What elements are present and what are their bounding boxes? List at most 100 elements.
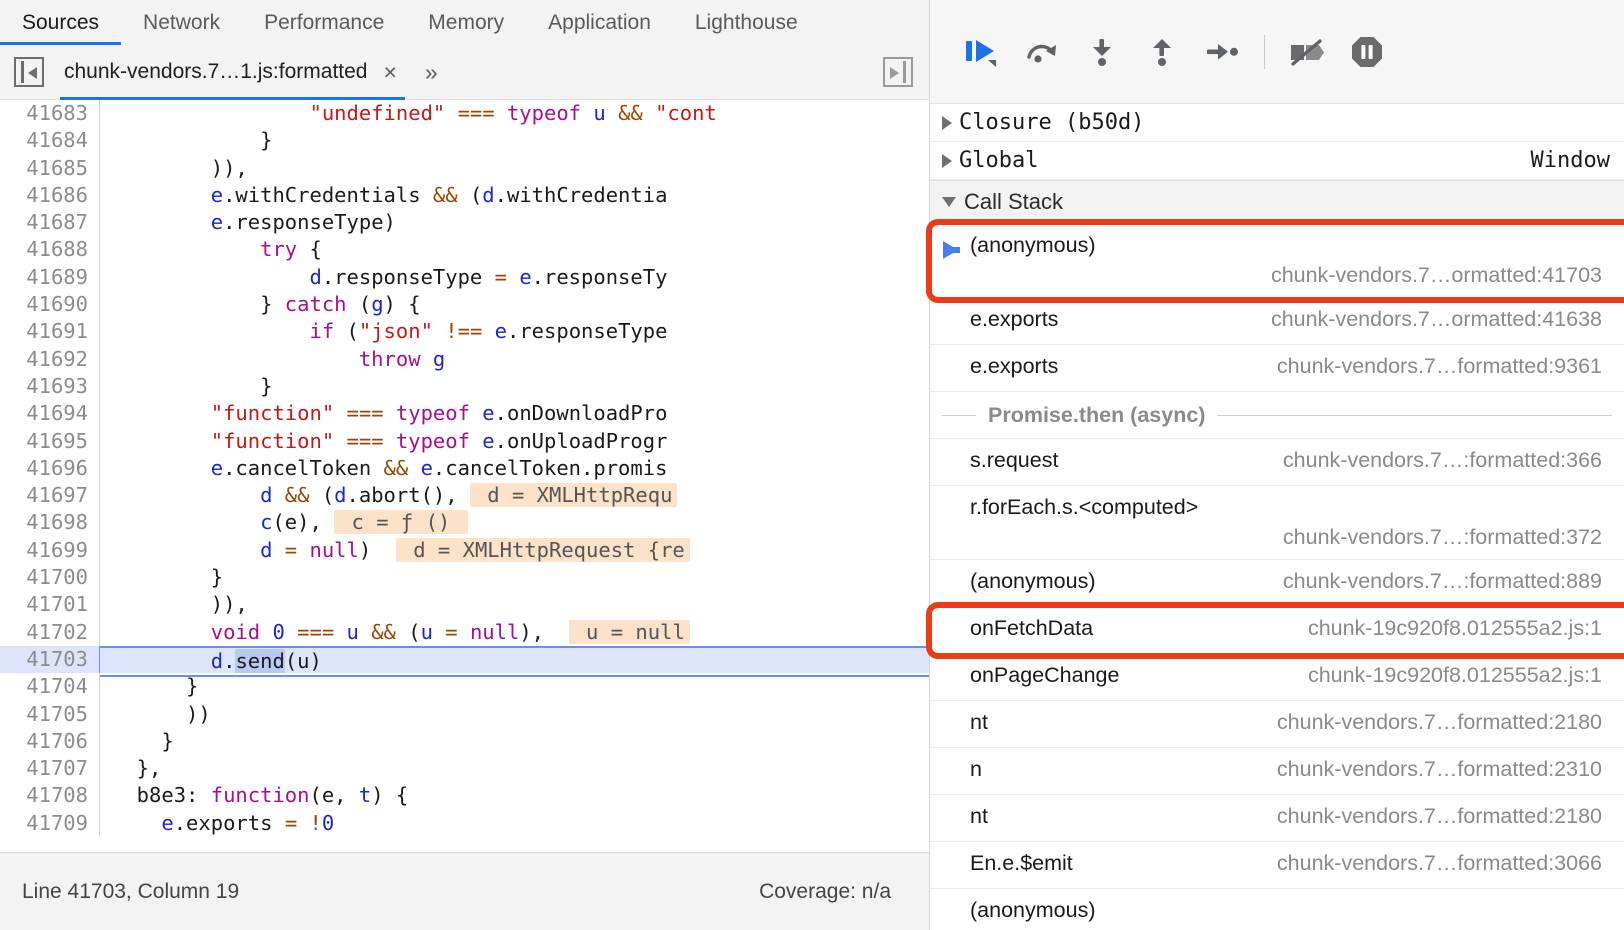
line-number[interactable]: 41700 <box>0 564 100 592</box>
code-line[interactable]: 41709 e.exports = !0 <box>0 809 929 838</box>
code-line[interactable]: 41703 d.send(u) <box>0 645 929 678</box>
code-line[interactable]: 41699 d = null) d = XMLHttpRequest {re <box>0 536 929 565</box>
line-number[interactable]: 41701 <box>0 591 100 619</box>
code-line[interactable]: 41683 "undefined" === typeof u && "cont <box>0 100 929 128</box>
code-line[interactable]: 41707 }, <box>0 755 929 783</box>
frame-location[interactable]: chunk-vendors.7…formatted:9361 <box>1277 354 1624 379</box>
line-number[interactable]: 41698 <box>0 509 100 537</box>
code-line[interactable]: 41708 b8e3: function(e, t) { <box>0 782 929 810</box>
call-stack-frame[interactable]: (anonymous) chunk-vendors.7…ormatted:4170… <box>930 224 1624 298</box>
call-stack-frame[interactable]: e.exports chunk-vendors.7…ormatted:41638 <box>930 298 1624 345</box>
line-number[interactable]: 41686 <box>0 181 100 210</box>
frame-location[interactable]: chunk-vendors.7…:formatted:889 <box>1283 569 1624 594</box>
code-line[interactable]: 41686 e.withCredentials && (d.withCreden… <box>0 181 929 210</box>
line-number[interactable]: 41685 <box>0 154 100 182</box>
code-line[interactable]: 41690 } catch (g) { <box>0 291 929 319</box>
line-number[interactable]: 41691 <box>0 318 100 346</box>
frame-location[interactable]: chunk-vendors.7…formatted:2180 <box>1277 710 1624 735</box>
line-number[interactable]: 41687 <box>0 209 100 237</box>
call-stack-frame[interactable]: (anonymous) chunk-vendors.7…:formatted:88… <box>930 560 1624 607</box>
code-line[interactable]: 41695 "function" === typeof e.onUploadPr… <box>0 427 929 455</box>
frame-location[interactable]: chunk-vendors.7…formatted:2180 <box>1277 804 1624 829</box>
step-out-icon[interactable] <box>1132 22 1192 82</box>
call-stack-frame[interactable]: r.forEach.s.<computed> chunk-vendors.7…:f… <box>930 486 1624 560</box>
call-stack-frame[interactable]: s.request chunk-vendors.7…:formatted:366 <box>930 439 1624 486</box>
pause-on-exceptions-icon[interactable] <box>1337 22 1397 82</box>
code-line[interactable]: 41687 e.responseType) <box>0 209 929 237</box>
call-stack-frame[interactable]: nt chunk-vendors.7…formatted:2180 <box>930 795 1624 842</box>
code-line[interactable]: 41688 try { <box>0 236 929 264</box>
frame-location[interactable]: chunk-vendors.7…ormatted:41638 <box>1271 307 1624 332</box>
step-into-icon[interactable] <box>1072 22 1132 82</box>
code-line[interactable]: 41698 c(e), c = ƒ () <box>0 509 929 537</box>
code-line[interactable]: 41701 )), <box>0 591 929 619</box>
line-number[interactable]: 41689 <box>0 263 100 292</box>
close-icon[interactable]: × <box>381 60 398 84</box>
frame-location[interactable]: chunk-vendors.7…:formatted:366 <box>1283 448 1624 473</box>
frame-location[interactable]: chunk-19c920f8.012555a2.js:1 <box>1308 663 1624 688</box>
line-number[interactable]: 41697 <box>0 482 100 510</box>
frame-location[interactable]: chunk-vendors.7…formatted:3066 <box>1277 851 1624 876</box>
frame-location[interactable]: chunk-vendors.7…formatted:2310 <box>1277 757 1624 782</box>
file-tab[interactable]: chunk-vendors.7…1.js:formatted × <box>60 45 405 100</box>
show-debugger-icon[interactable] <box>883 57 913 87</box>
frame-location[interactable]: chunk-19c920f8.012555a2.js:1 <box>1308 616 1624 641</box>
line-number[interactable]: 41683 <box>0 100 100 128</box>
call-stack-header[interactable]: Call Stack <box>930 180 1624 224</box>
call-stack-frame[interactable]: nt chunk-vendors.7…formatted:2180 <box>930 701 1624 748</box>
line-number[interactable]: 41706 <box>0 727 100 756</box>
code-line[interactable]: 41689 d.responseType = e.responseTy <box>0 263 929 292</box>
line-number[interactable]: 41684 <box>0 127 100 155</box>
code-line[interactable]: 41705 )) <box>0 700 929 728</box>
code-line[interactable]: 41684 } <box>0 127 929 155</box>
resume-icon[interactable] <box>952 22 1012 82</box>
line-number[interactable]: 41699 <box>0 536 100 565</box>
call-stack-frame[interactable]: e.exports chunk-vendors.7…formatted:9361 <box>930 345 1624 392</box>
code-line[interactable]: 41704 } <box>0 673 929 701</box>
chevron-right-icon[interactable] <box>942 153 952 168</box>
step-icon[interactable] <box>1192 22 1252 82</box>
line-number[interactable]: 41695 <box>0 427 100 455</box>
scope-row[interactable]: Global Window <box>930 142 1624 180</box>
code-line[interactable]: 41691 if ("json" !== e.responseType <box>0 318 929 346</box>
source-code-editor[interactable]: 41683 "undefined" === typeof u && "cont 4… <box>0 100 929 852</box>
line-number[interactable]: 41688 <box>0 236 100 264</box>
code-line[interactable]: 41700 } <box>0 564 929 592</box>
panel-tab-lighthouse[interactable]: Lighthouse <box>673 0 820 45</box>
scope-row[interactable]: Closure (b50d) <box>930 104 1624 142</box>
line-number[interactable]: 41694 <box>0 400 100 428</box>
line-number[interactable]: 41692 <box>0 345 100 373</box>
chevron-right-icon[interactable] <box>942 115 952 130</box>
call-stack-frame[interactable]: onFetchData chunk-19c920f8.012555a2.js:1 <box>930 607 1624 654</box>
line-number[interactable]: 41708 <box>0 782 100 810</box>
code-line[interactable]: 41685 )), <box>0 154 929 182</box>
call-stack-frame[interactable]: onPageChange chunk-19c920f8.012555a2.js:1 <box>930 654 1624 701</box>
call-stack-frame[interactable]: (anonymous) <box>930 889 1624 930</box>
code-line[interactable]: 41697 d && (d.abort(), d = XMLHttpRequ <box>0 482 929 510</box>
code-line[interactable]: 41694 "function" === typeof e.onDownload… <box>0 400 929 428</box>
line-number[interactable]: 41693 <box>0 372 100 401</box>
line-number[interactable]: 41702 <box>0 618 100 646</box>
panel-tab-application[interactable]: Application <box>526 0 673 45</box>
code-line[interactable]: 41702 void 0 === u && (u = null), u = nu… <box>0 618 929 646</box>
code-line[interactable]: 41692 throw g <box>0 345 929 373</box>
line-number[interactable]: 41696 <box>0 454 100 483</box>
line-number[interactable]: 41704 <box>0 673 100 701</box>
call-stack-frame[interactable]: En.e.$emit chunk-vendors.7…formatted:3066 <box>930 842 1624 889</box>
panel-tab-memory[interactable]: Memory <box>406 0 526 45</box>
line-number[interactable]: 41703 <box>0 645 100 674</box>
call-stack-frame[interactable]: n chunk-vendors.7…formatted:2310 <box>930 748 1624 795</box>
line-number[interactable]: 41705 <box>0 700 100 728</box>
more-tabs-icon[interactable]: » <box>425 59 438 86</box>
code-line[interactable]: 41706 } <box>0 727 929 756</box>
panel-tab-network[interactable]: Network <box>121 0 242 45</box>
show-navigator-icon[interactable] <box>14 57 44 87</box>
frame-location[interactable]: chunk-vendors.7…:formatted:372 <box>1283 525 1624 550</box>
code-line[interactable]: 41693 } <box>0 372 929 401</box>
panel-tab-performance[interactable]: Performance <box>242 0 406 45</box>
step-over-icon[interactable] <box>1012 22 1072 82</box>
line-number[interactable]: 41707 <box>0 755 100 783</box>
deactivate-breakpoints-icon[interactable] <box>1277 22 1337 82</box>
line-number[interactable]: 41709 <box>0 809 100 838</box>
frame-location[interactable]: chunk-vendors.7…ormatted:41703 <box>1271 263 1624 288</box>
